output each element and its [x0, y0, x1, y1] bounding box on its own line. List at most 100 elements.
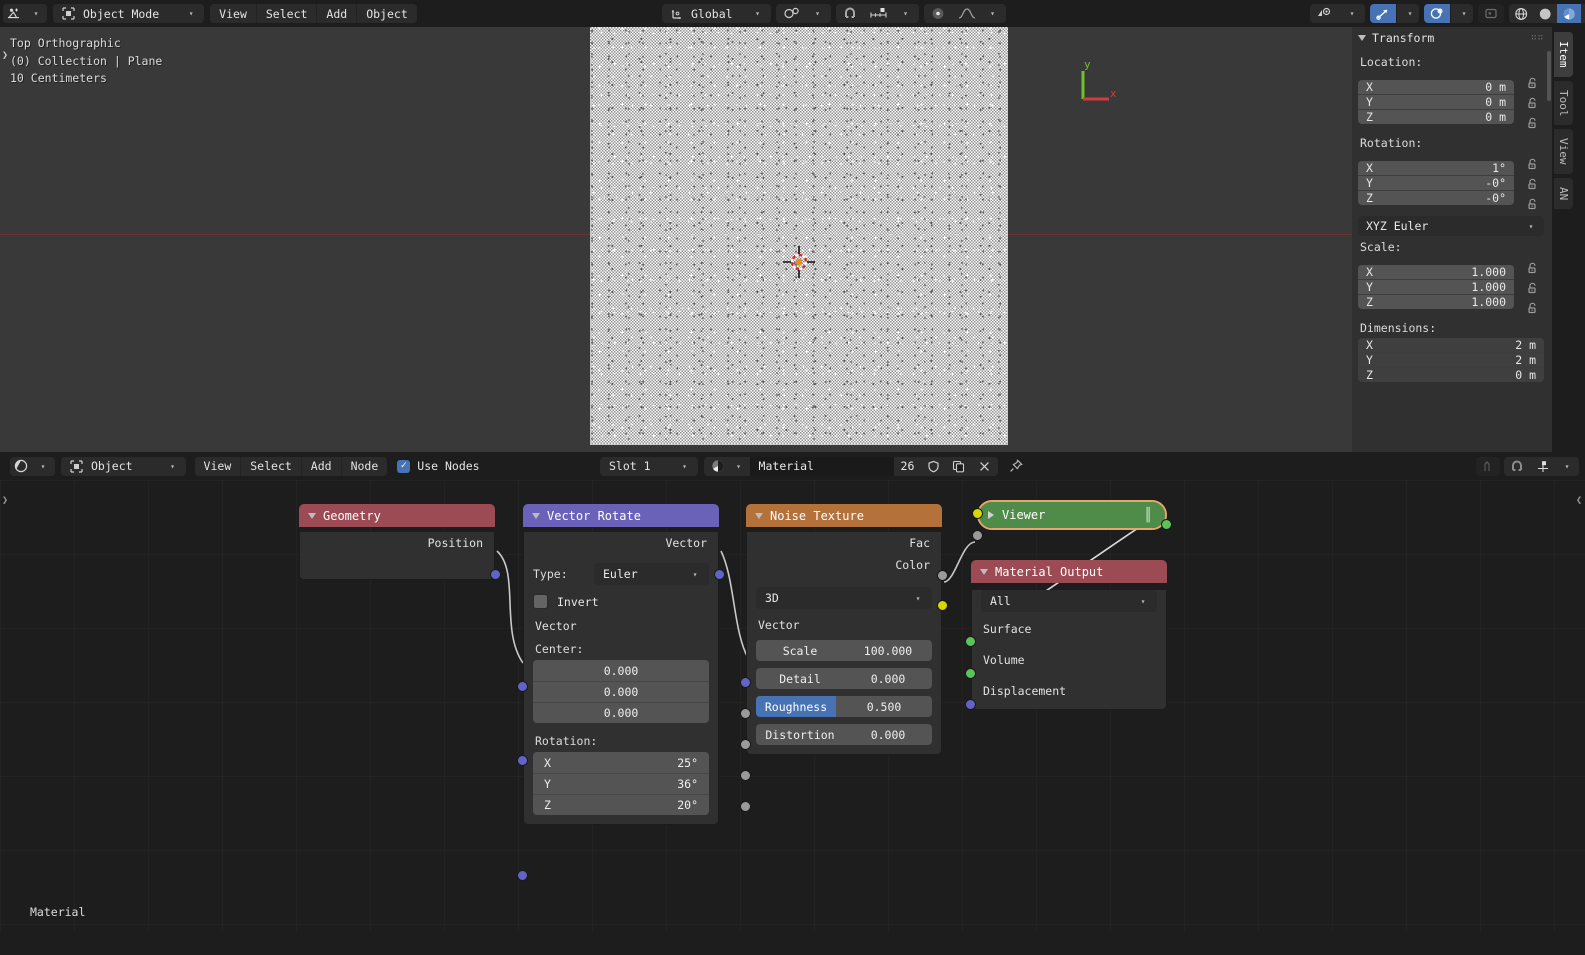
scale-z-field[interactable]: Z 1.000 [1358, 295, 1514, 309]
material-preview-icon[interactable] [1557, 4, 1581, 23]
node-overlay-icon[interactable] [1530, 456, 1556, 476]
node-material-output-input-surface[interactable]: Surface [972, 618, 1166, 640]
socket-detail-in[interactable] [740, 739, 751, 750]
shading-mode-group[interactable]: ▾ [1509, 4, 1585, 23]
dimensions-y-field[interactable]: Y 2 m [1358, 353, 1544, 368]
socket-noise-vector-in[interactable] [740, 677, 751, 688]
center-z-field[interactable]: 0.000 [533, 702, 709, 723]
pin-icon[interactable] [1004, 457, 1028, 476]
socket-position-out[interactable] [490, 569, 501, 580]
rotation-mode-dropdown[interactable]: XYZ Euler ▾ [1358, 216, 1544, 236]
node-collapse-triangle-icon[interactable] [308, 512, 316, 519]
socket-viewer-image-in[interactable] [972, 508, 983, 519]
node-material-output-input-volume[interactable]: Volume [972, 649, 1166, 671]
material-name-field[interactable]: Material [749, 456, 894, 476]
editor-type-selector[interactable]: ▾ [3, 4, 47, 23]
new-material-icon[interactable] [946, 456, 972, 476]
location-x-field[interactable]: X 0 m [1358, 80, 1514, 95]
shader-menu-select[interactable]: Select [241, 456, 301, 476]
slot-selector[interactable]: Slot 1 ▾ [600, 456, 698, 476]
node-snap-magnet-icon[interactable] [1504, 456, 1530, 476]
socket-viewer-out[interactable] [1161, 519, 1172, 530]
noise-distortion-field[interactable]: Distortion 0.000 [756, 724, 932, 745]
xray-icon[interactable] [1478, 4, 1504, 23]
transform-orientation-selector[interactable]: Global ▾ [662, 4, 771, 23]
location-y-field[interactable]: Y 0 m [1358, 95, 1514, 110]
shader-menu-node[interactable]: Node [341, 456, 388, 476]
lock-location-z-button[interactable] [1520, 112, 1544, 132]
center-y-field[interactable]: 0.000 [533, 681, 709, 702]
node-vector-rotate-header[interactable]: Vector Rotate [523, 504, 719, 527]
node-material-output[interactable]: Material Output All ▾ Surface Volume Dis… [965, 560, 1167, 710]
noise-roughness-field[interactable]: Roughness 0.500 [756, 696, 932, 717]
mode-icon-and-label[interactable]: Object Mode [53, 4, 169, 23]
editor-type-icon[interactable] [3, 4, 25, 23]
scale-x-field[interactable]: X 1.000 [1358, 265, 1514, 280]
unlink-material-icon[interactable] [971, 456, 999, 476]
rotation-y-field[interactable]: Y -0° [1358, 176, 1514, 191]
socket-center-in[interactable] [517, 755, 528, 766]
node-collapse-triangle-icon[interactable] [755, 512, 763, 519]
noise-dimension-dropdown[interactable]: 3D ▾ [756, 587, 932, 609]
socket-distortion-in[interactable] [740, 801, 751, 812]
vector-rotate-type-dropdown[interactable]: Euler ▾ [594, 563, 709, 585]
sidebar-item-tab-item[interactable]: Item [1554, 32, 1573, 77]
node-noise-output-color[interactable]: Color [747, 554, 941, 576]
visibility-group[interactable]: ▾ [1310, 4, 1365, 23]
snap-dropdown-arrow[interactable]: ▾ [893, 4, 919, 23]
slot-dropdown-arrow[interactable]: ▾ [659, 456, 698, 476]
menu-view[interactable]: View [210, 4, 256, 23]
editor-type-dropdown-arrow[interactable]: ▾ [25, 4, 47, 23]
visibility-icon[interactable] [1310, 4, 1339, 23]
proportional-editing-group[interactable]: ▾ [923, 4, 1006, 23]
rendered-icon[interactable] [1581, 4, 1585, 23]
use-nodes-toggle[interactable]: ✓ Use Nodes [397, 459, 480, 473]
mode-selector[interactable]: Object Mode ▾ [53, 4, 205, 23]
lock-scale-y-button[interactable] [1520, 277, 1544, 297]
socket-fac-out[interactable] [937, 570, 948, 581]
socket-scale-in[interactable] [740, 708, 751, 719]
lock-location-y-button[interactable] [1520, 92, 1544, 112]
node-overlay-dropdown-arrow[interactable]: ▾ [1556, 456, 1579, 476]
snap-target-selector[interactable]: ▾ [775, 4, 831, 23]
lock-location-x-button[interactable] [1520, 72, 1544, 92]
node-noise-texture[interactable]: Noise Texture Fac Color 3D ▾ Vector Scal… [740, 504, 948, 812]
overlays-dropdown-arrow[interactable]: ▾ [1451, 4, 1473, 23]
socket-roughness-in[interactable] [740, 770, 751, 781]
noise-scale-field[interactable]: Scale 100.000 [756, 640, 932, 661]
magnet-icon[interactable] [835, 4, 864, 23]
lock-rotation-z-button[interactable] [1520, 193, 1544, 213]
dimensions-x-field[interactable]: X 2 m [1358, 338, 1544, 353]
node-vector-rotate-input-vector[interactable]: Vector [524, 615, 718, 637]
node-geometry-header[interactable]: Geometry [299, 504, 495, 527]
rotation-x-field[interactable]: X 25° [533, 752, 709, 773]
shader-type-selector[interactable]: Object ▾ [61, 456, 186, 476]
node-editor-left-toggle[interactable]: ❯ [2, 495, 8, 506]
panel-drag-grip-icon[interactable]: ∷∷ [1531, 33, 1544, 43]
rotation-z-field[interactable]: Z -0° [1358, 191, 1514, 205]
sidebar-scrollbar[interactable] [1547, 51, 1551, 101]
rotation-y-field[interactable]: Y 36° [533, 773, 709, 794]
orientation-dropdown-arrow[interactable]: ▾ [736, 4, 771, 23]
socket-volume-in[interactable] [965, 668, 976, 679]
overlays-icon[interactable] [1424, 4, 1450, 23]
lock-scale-x-button[interactable] [1520, 257, 1544, 277]
gizmo-icon[interactable] [1370, 4, 1396, 23]
wireframe-icon[interactable] [1509, 4, 1533, 23]
center-x-field[interactable]: 0.000 [533, 660, 709, 681]
shader-menu-add[interactable]: Add [301, 456, 341, 476]
gizmo-dropdown-arrow[interactable]: ▾ [1397, 4, 1419, 23]
rotation-x-field[interactable]: X 1° [1358, 161, 1514, 176]
slot-label[interactable]: Slot 1 [600, 456, 660, 476]
shading-editor-icon[interactable] [10, 456, 32, 476]
socket-color-out[interactable] [937, 600, 948, 611]
scale-y-field[interactable]: Y 1.000 [1358, 280, 1514, 295]
node-editor-right-toggle[interactable]: ❮ [1576, 495, 1582, 506]
shader-type-dropdown-arrow[interactable]: ▾ [141, 456, 186, 476]
sidebar-item-tab-an[interactable]: AN [1554, 177, 1573, 209]
node-vector-rotate[interactable]: Vector Rotate Vector Type: Euler ▾ Inver… [517, 504, 725, 881]
sidebar-item-tab-tool[interactable]: Tool [1554, 80, 1573, 125]
node-viewer-header[interactable]: Viewer ║ [979, 502, 1165, 528]
gizmo-group[interactable]: ▾ [1370, 4, 1419, 23]
shader-type-icon-and-label[interactable]: Object [61, 456, 142, 476]
